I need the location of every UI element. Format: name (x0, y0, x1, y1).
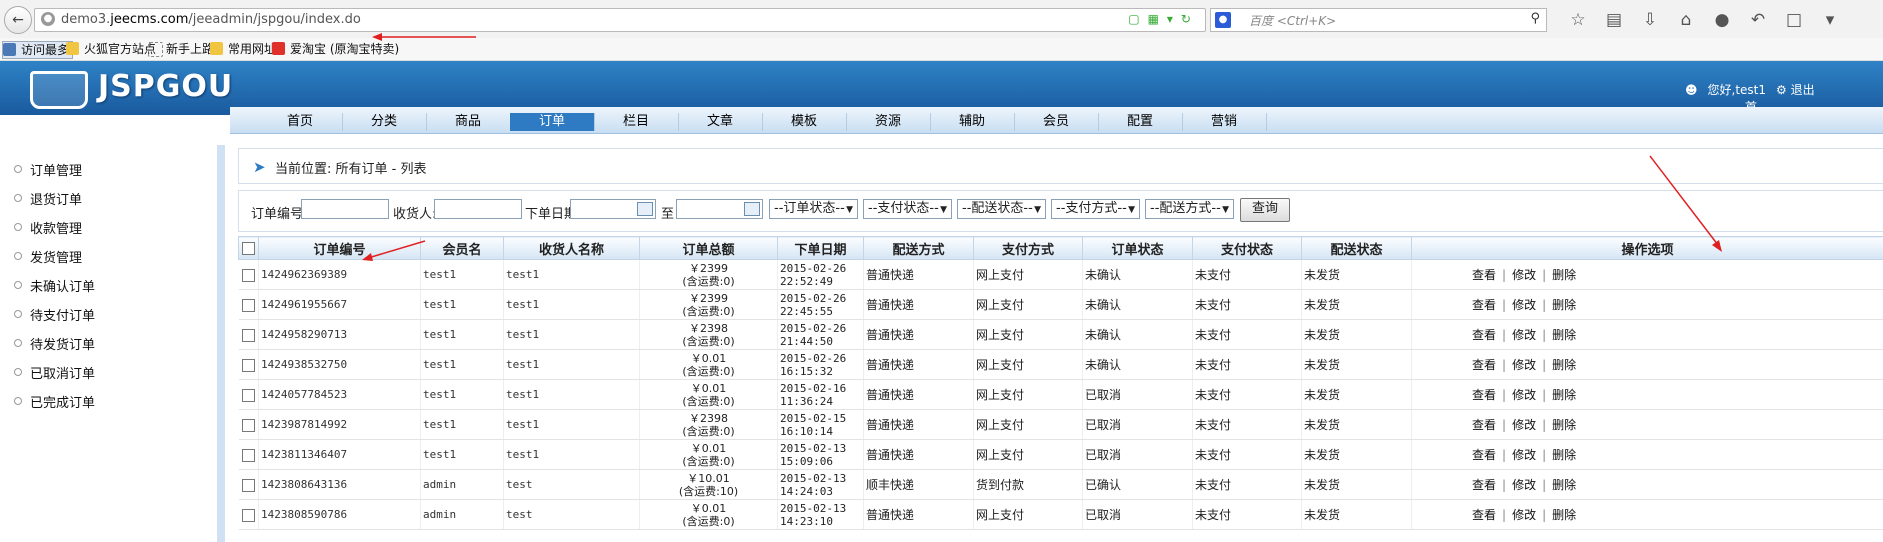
annotation-arrow-order-no (367, 240, 426, 259)
annotation-arrowhead (362, 253, 373, 261)
annotation-arrows (362, 33, 1722, 261)
annotation-arrowhead (1712, 240, 1722, 252)
annotation-arrowhead (372, 33, 382, 41)
annotation-arrow-actions (1649, 155, 1719, 246)
